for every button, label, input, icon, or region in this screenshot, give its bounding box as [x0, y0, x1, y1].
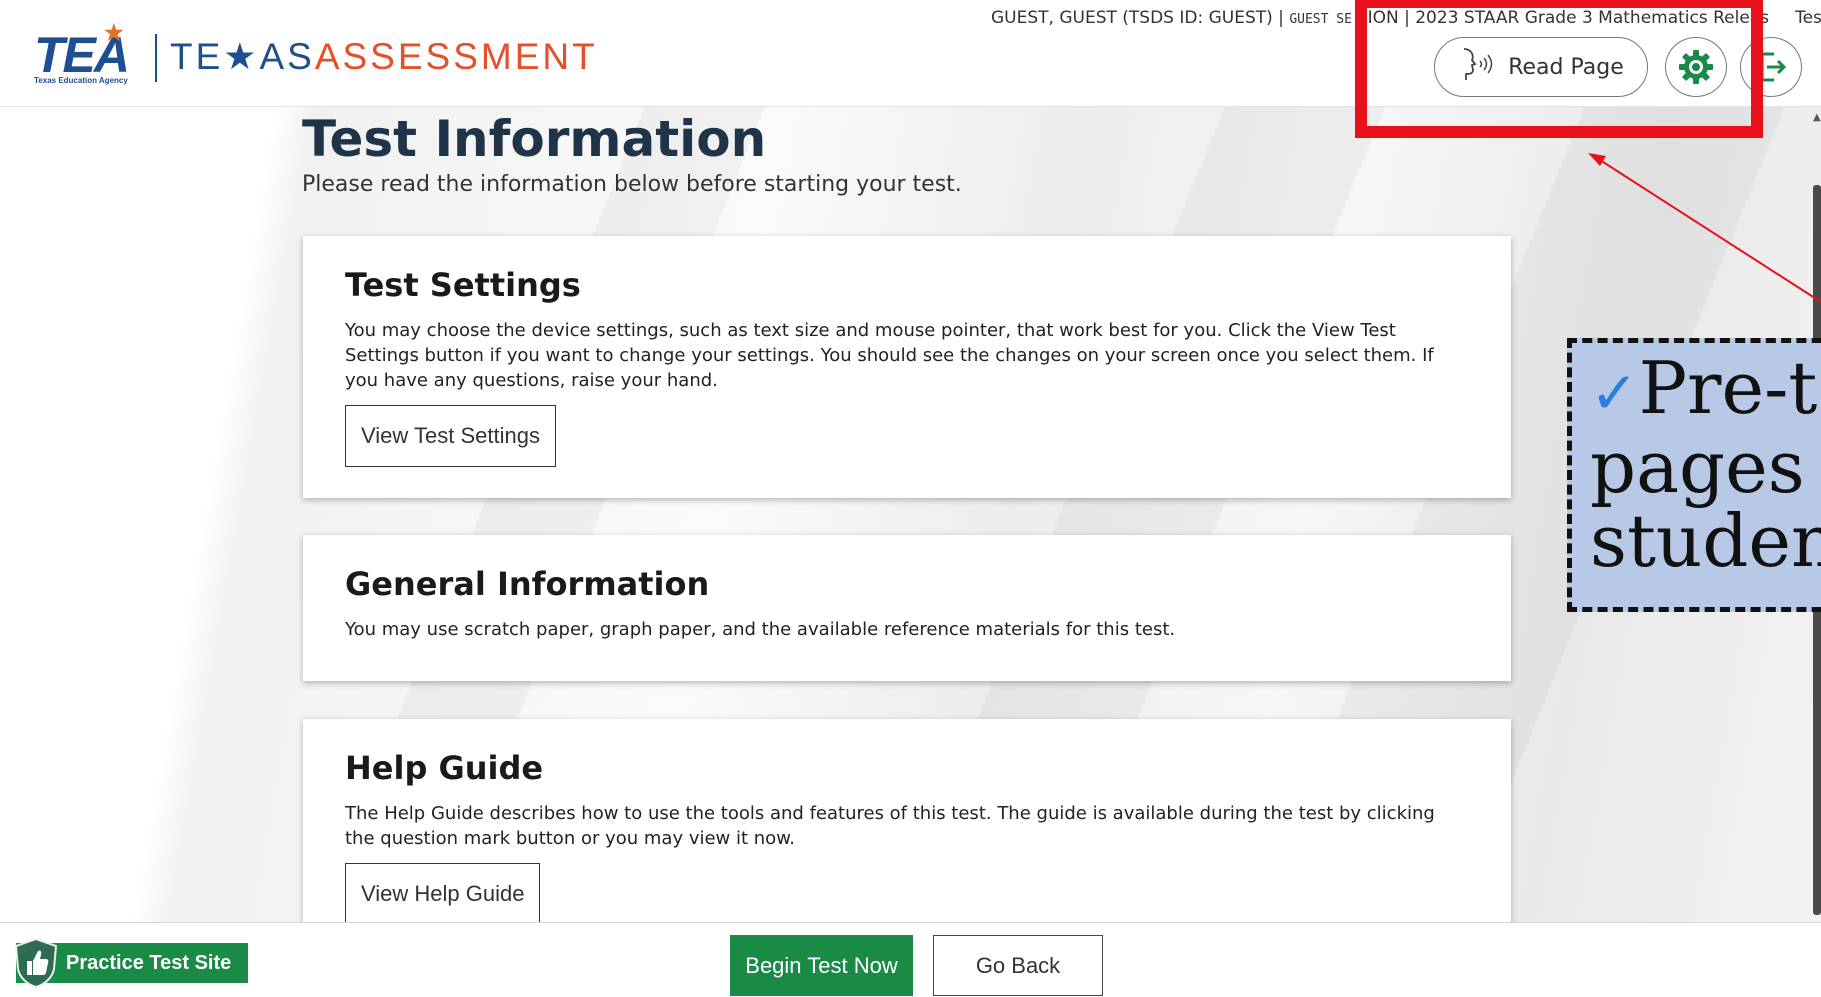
texas-assessment-logo: TE★ASASSESSMENT — [170, 38, 598, 75]
card-body: The Help Guide describes how to use the … — [345, 803, 1435, 849]
session-id-text: GUEST SE — [1289, 12, 1352, 27]
callout-line-1: ✓Pre-te — [1590, 351, 1821, 430]
tea-logo: TEA ★ — [34, 22, 130, 81]
callout-line-1-text: Pre-te — [1638, 346, 1821, 430]
shield-thumbs-up-icon — [12, 937, 60, 989]
test-settings-card: Test Settings You may choose the device … — [303, 236, 1511, 498]
user-info-text: GUEST, GUEST (TSDS ID: GUEST) | — [991, 8, 1290, 28]
settings-button[interactable] — [1665, 37, 1727, 97]
annotation-callout: ✓Pre-te pages c student — [1567, 338, 1821, 612]
help-guide-card: Help Guide The Help Guide describes how … — [303, 719, 1511, 949]
practice-test-site-badge: Practice Test Site — [14, 937, 248, 989]
tea-logo-subtitle: Texas Education Agency — [34, 76, 128, 85]
read-page-button[interactable]: Read Page — [1434, 37, 1648, 97]
card-heading: Test Settings — [345, 266, 581, 304]
card-heading: Help Guide — [345, 749, 544, 787]
test-label: Test — [1795, 8, 1821, 28]
view-help-guide-button[interactable]: View Help Guide — [345, 863, 541, 925]
go-back-button[interactable]: Go Back — [933, 935, 1103, 996]
read-page-label: Read Page — [1508, 54, 1624, 80]
exit-button[interactable] — [1740, 37, 1802, 97]
logo-divider — [155, 34, 157, 82]
page-title: Test Information — [302, 110, 767, 168]
user-session-info: GUEST, GUEST (TSDS ID: GUEST) | GUEST SE… — [991, 8, 1821, 28]
general-information-card: General Information You may use scratch … — [303, 535, 1511, 681]
session-tail-text: ION | 2023 STAAR Grade 3 Mathematics Rel… — [1367, 8, 1770, 28]
card-body: You may choose the device settings, such… — [345, 320, 1434, 391]
speaking-head-icon — [1458, 46, 1496, 89]
callout-line-3: student — [1590, 499, 1821, 583]
texas-logo-text: TE★AS — [170, 36, 315, 77]
gear-icon — [1679, 50, 1713, 84]
card-body: You may use scratch paper, graph paper, … — [345, 619, 1176, 640]
practice-test-site-label: Practice Test Site — [66, 951, 232, 974]
card-heading: General Information — [345, 565, 710, 603]
view-test-settings-button[interactable]: View Test Settings — [345, 405, 556, 467]
page-subtitle: Please read the information below before… — [302, 172, 962, 197]
begin-test-now-button[interactable]: Begin Test Now — [730, 935, 913, 996]
callout-line-2: pages c — [1590, 425, 1821, 509]
assessment-logo-text: ASSESSMENT — [314, 36, 598, 77]
scroll-up-arrow-icon[interactable]: ▲ — [1813, 112, 1821, 124]
checkmark-icon: ✓ — [1590, 359, 1639, 427]
exit-icon — [1760, 52, 1787, 82]
tea-logo-star-icon: ★ — [104, 20, 124, 45]
app-header: TEA ★ Texas Education Agency TE★ASASSESS… — [0, 0, 1821, 107]
